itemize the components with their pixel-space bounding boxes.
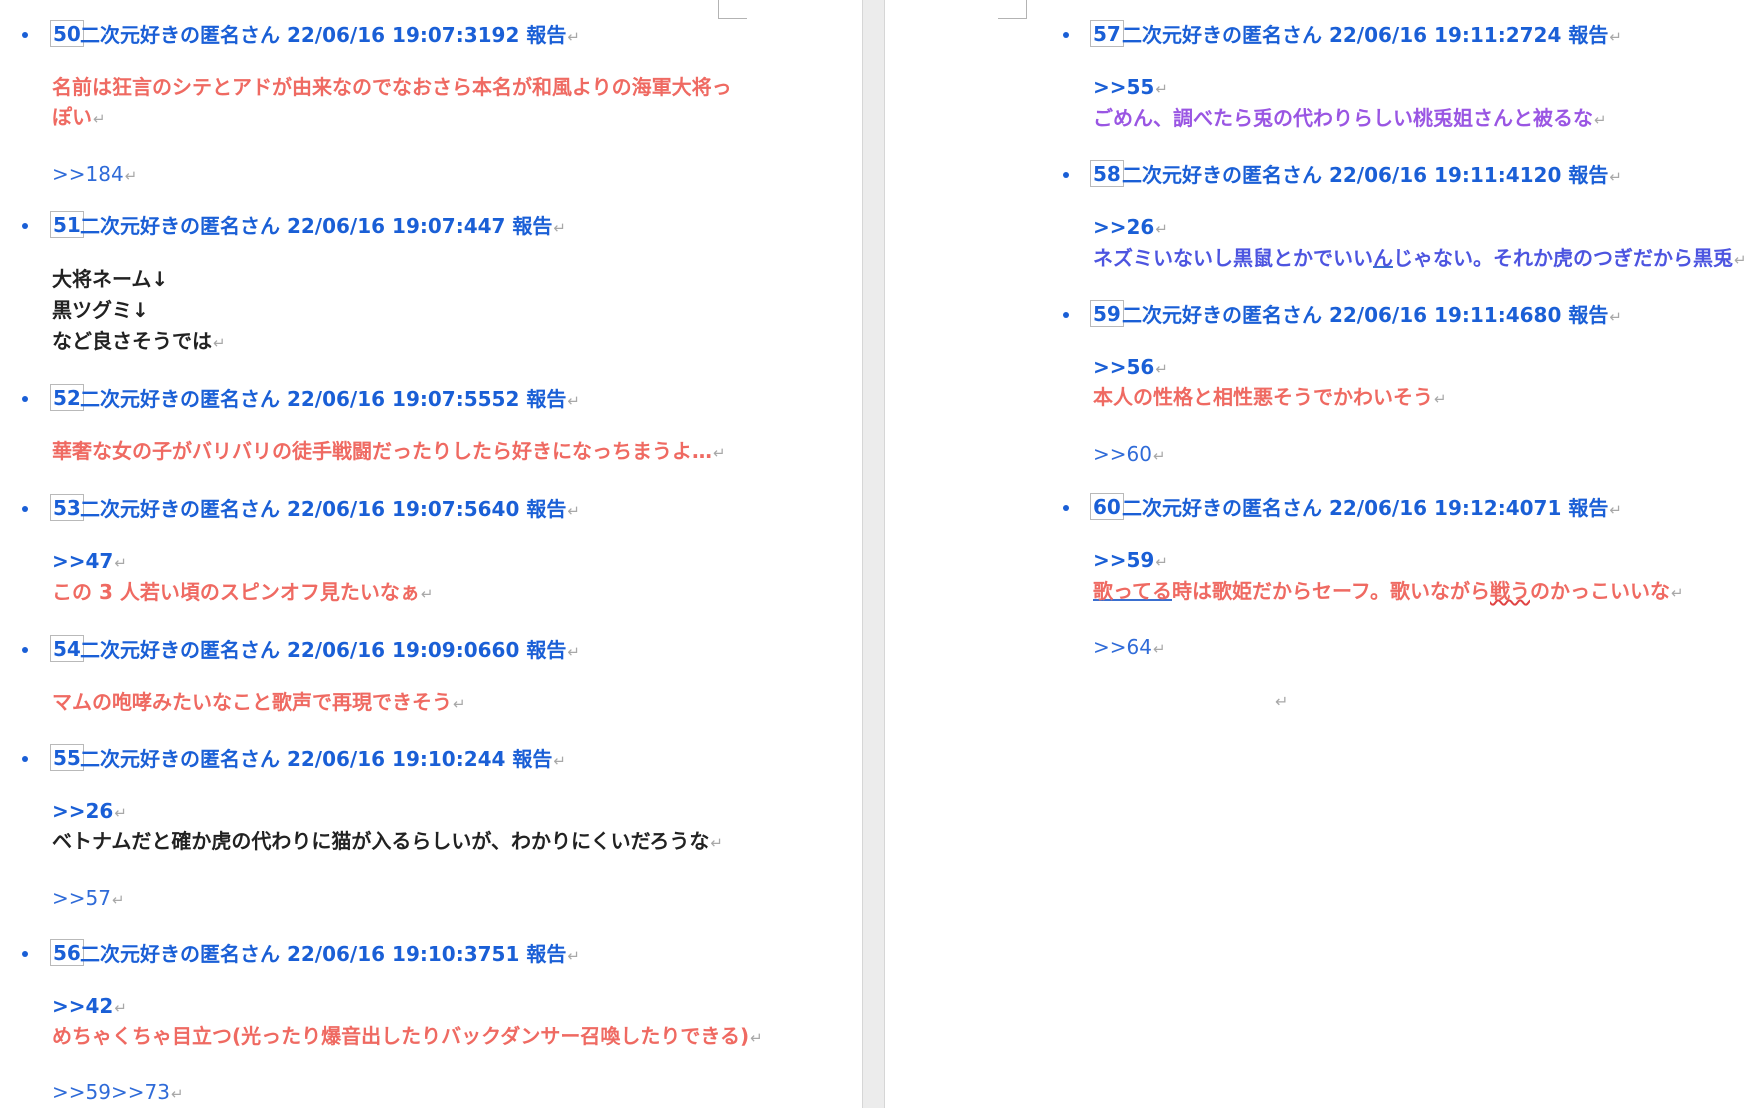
list-bullet (22, 951, 28, 957)
list-bullet (22, 506, 28, 512)
paragraph-mark: ↵ (1275, 692, 1289, 711)
post-body-line: 黒ツグミ↓ (52, 298, 149, 322)
document-page-right: 57 二次元好きの匿名さん 22/06/16 19:11:2724 報告 ↵ >>… (885, 0, 1762, 1108)
post-header: 二次元好きの匿名さん 22/06/16 19:09:0660 報告 (80, 638, 567, 662)
post-number[interactable]: 53 (50, 494, 84, 521)
quote-link[interactable]: >>47 (52, 549, 113, 573)
post-number[interactable]: 50 (50, 20, 84, 47)
list-bullet (22, 32, 28, 38)
post-body-line: 名前は狂言のシテとアドが由来なのでなおさら本名が和風よりの海軍大将っ (52, 75, 732, 99)
list-bullet (22, 396, 28, 402)
post-header: 二次元好きの匿名さん 22/06/16 19:10:3751 報告 (80, 942, 567, 966)
post-number[interactable]: 54 (50, 635, 84, 662)
post-number[interactable]: 59 (1090, 300, 1124, 327)
post-number[interactable]: 52 (50, 384, 84, 411)
post-number[interactable]: 56 (50, 939, 84, 966)
list-bullet (22, 223, 28, 229)
page-gutter (862, 0, 885, 1108)
list-bullet (1063, 32, 1069, 38)
post-body-line: ごめん、調べたら兎の代わりらしい桃兎姐さんと被るな (1093, 106, 1593, 130)
reply-link[interactable]: >>59>>73 (52, 1080, 170, 1104)
list-bullet (1063, 312, 1069, 318)
post-header: 二次元好きの匿名さん 22/06/16 19:11:2724 報告 (1122, 23, 1609, 47)
quote-link[interactable]: >>42 (52, 994, 113, 1018)
post-number[interactable]: 55 (50, 744, 84, 771)
post-body-line: 華奢な女の子がバリバリの徒手戦闘だったりしたら好きになっちまうよ… (52, 439, 712, 463)
list-bullet (1063, 172, 1069, 178)
post-header: 二次元好きの匿名さん 22/06/16 19:11:4120 報告 (1122, 163, 1609, 187)
post-number[interactable]: 51 (50, 211, 84, 238)
post-header: 二次元好きの匿名さん 22/06/16 19:11:4680 報告 (1122, 303, 1609, 327)
post-body-line: ベトナムだと確か虎の代わりに猫が入るらしいが、わかりにくいだろうな (52, 829, 710, 853)
post-header: 二次元好きの匿名さん 22/06/16 19:12:4071 報告 (1122, 496, 1609, 520)
post-body-line: ぽい (52, 105, 92, 129)
reply-link[interactable]: >>60 (1093, 442, 1152, 466)
post-body-line: この 3 人若い頃のスピンオフ見たいなぁ (52, 580, 420, 604)
quote-link[interactable]: >>56 (1093, 355, 1154, 379)
post-number[interactable]: 58 (1090, 160, 1124, 187)
post-number[interactable]: 60 (1090, 493, 1124, 520)
post-number[interactable]: 57 (1090, 20, 1124, 47)
post-body-line: など良さそうでは (52, 329, 212, 353)
post-header: 二次元好きの匿名さん 22/06/16 19:07:5552 報告 (80, 387, 567, 411)
post-header: 二次元好きの匿名さん 22/06/16 19:07:447 報告 (80, 214, 553, 238)
list-bullet (22, 647, 28, 653)
document-page-left: 50 二次元好きの匿名さん 22/06/16 19:07:3192 報告↵ 名前… (0, 0, 862, 1108)
post-body-line: 大将ネーム↓ (52, 267, 169, 291)
page-corner-mark (998, 0, 1027, 19)
post-body-line: 歌ってる時は歌姫だからセーフ。歌いながら戦うのかっこいいな↵ (1093, 579, 1684, 603)
page-corner-mark (718, 0, 747, 19)
list-bullet (1063, 505, 1069, 511)
reply-link[interactable]: >>57 (52, 886, 111, 910)
post-body-line: めちゃくちゃ目立つ(光ったり爆音出したりバックダンサー召喚したりできる) (52, 1024, 750, 1048)
quote-link[interactable]: >>26 (52, 799, 113, 823)
quote-link[interactable]: >>26 (1093, 215, 1154, 239)
quote-link[interactable]: >>55 (1093, 75, 1154, 99)
post-body-line: ネズミいないし黒鼠とかでいいんじゃない。それか虎のつぎだから黒兎↵ (1093, 246, 1747, 270)
post-header: 二次元好きの匿名さん 22/06/16 19:10:244 報告 (80, 747, 553, 771)
post-header: 二次元好きの匿名さん 22/06/16 19:07:5640 報告 (80, 497, 567, 521)
reply-link[interactable]: >>64 (1093, 635, 1152, 659)
list-bullet (22, 756, 28, 762)
post-body-line: マムの咆哮みたいなこと歌声で再現できそう (52, 690, 452, 714)
quote-link[interactable]: >>59 (1093, 548, 1154, 572)
post-body-line: 本人の性格と相性悪そうでかわいそう (1093, 385, 1433, 409)
reply-link[interactable]: >>184 (52, 162, 124, 186)
post-header: 二次元好きの匿名さん 22/06/16 19:07:3192 報告 (80, 23, 567, 47)
